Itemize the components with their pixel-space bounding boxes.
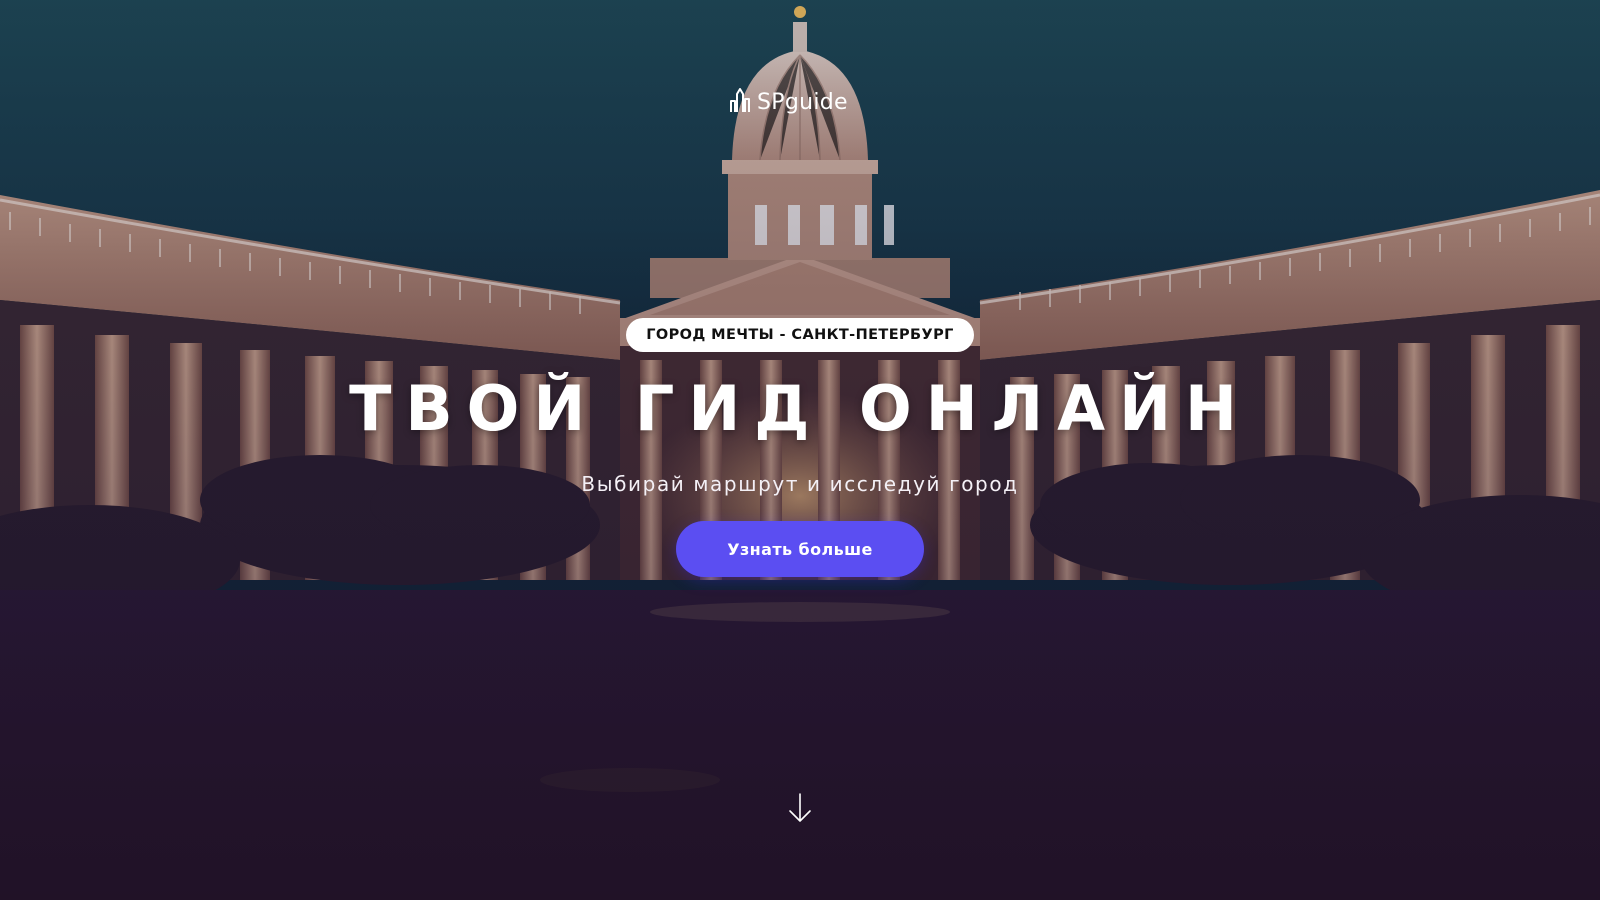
hero-section: SPguide ГОРОД МЕЧТЫ - САНКТ-ПЕТЕРБУРГ ТВ… [0, 0, 1600, 900]
tagline-badge: ГОРОД МЕЧТЫ - САНКТ-ПЕТЕРБУРГ [626, 318, 974, 352]
city-skyline-icon [729, 87, 751, 117]
hero-title: ТВОЙ ГИД ОНЛАЙН [349, 372, 1251, 445]
hero-content: SPguide ГОРОД МЕЧТЫ - САНКТ-ПЕТЕРБУРГ ТВ… [0, 0, 1600, 900]
logo[interactable]: SPguide [729, 87, 848, 117]
logo-text: SPguide [757, 89, 848, 115]
learn-more-button[interactable]: Узнать больше [676, 521, 924, 577]
arrow-down-icon[interactable] [786, 792, 814, 824]
hero-subtitle: Выбирай маршрут и исследуй город [581, 472, 1019, 496]
